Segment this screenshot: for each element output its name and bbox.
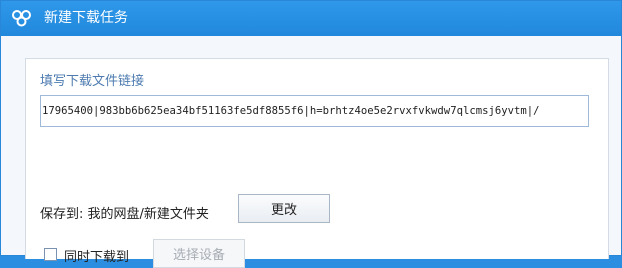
title-bar[interactable]: 新建下载任务	[1, 1, 621, 36]
select-device-button[interactable]: 选择设备	[153, 239, 245, 268]
form-panel: 填写下载文件链接 保存到: 我的网盘/新建文件夹 更改 同时下载到 选择设备	[25, 58, 609, 268]
cloud-logo-icon	[12, 10, 31, 27]
dialog-body: 填写下载文件链接 保存到: 我的网盘/新建文件夹 更改 同时下载到 选择设备	[1, 36, 621, 268]
link-field-label: 填写下载文件链接	[40, 74, 145, 89]
change-location-button[interactable]: 更改	[238, 194, 330, 223]
new-download-task-dialog: 新建下载任务 填写下载文件链接 保存到: 我的网盘/新建文件夹 更改 同时下载到…	[0, 0, 622, 268]
save-location-label: 保存到: 我的网盘/新建文件夹	[40, 207, 209, 222]
dialog-title: 新建下载任务	[44, 10, 128, 26]
download-link-input[interactable]	[40, 95, 589, 127]
download-to-checkbox[interactable]	[44, 248, 57, 261]
